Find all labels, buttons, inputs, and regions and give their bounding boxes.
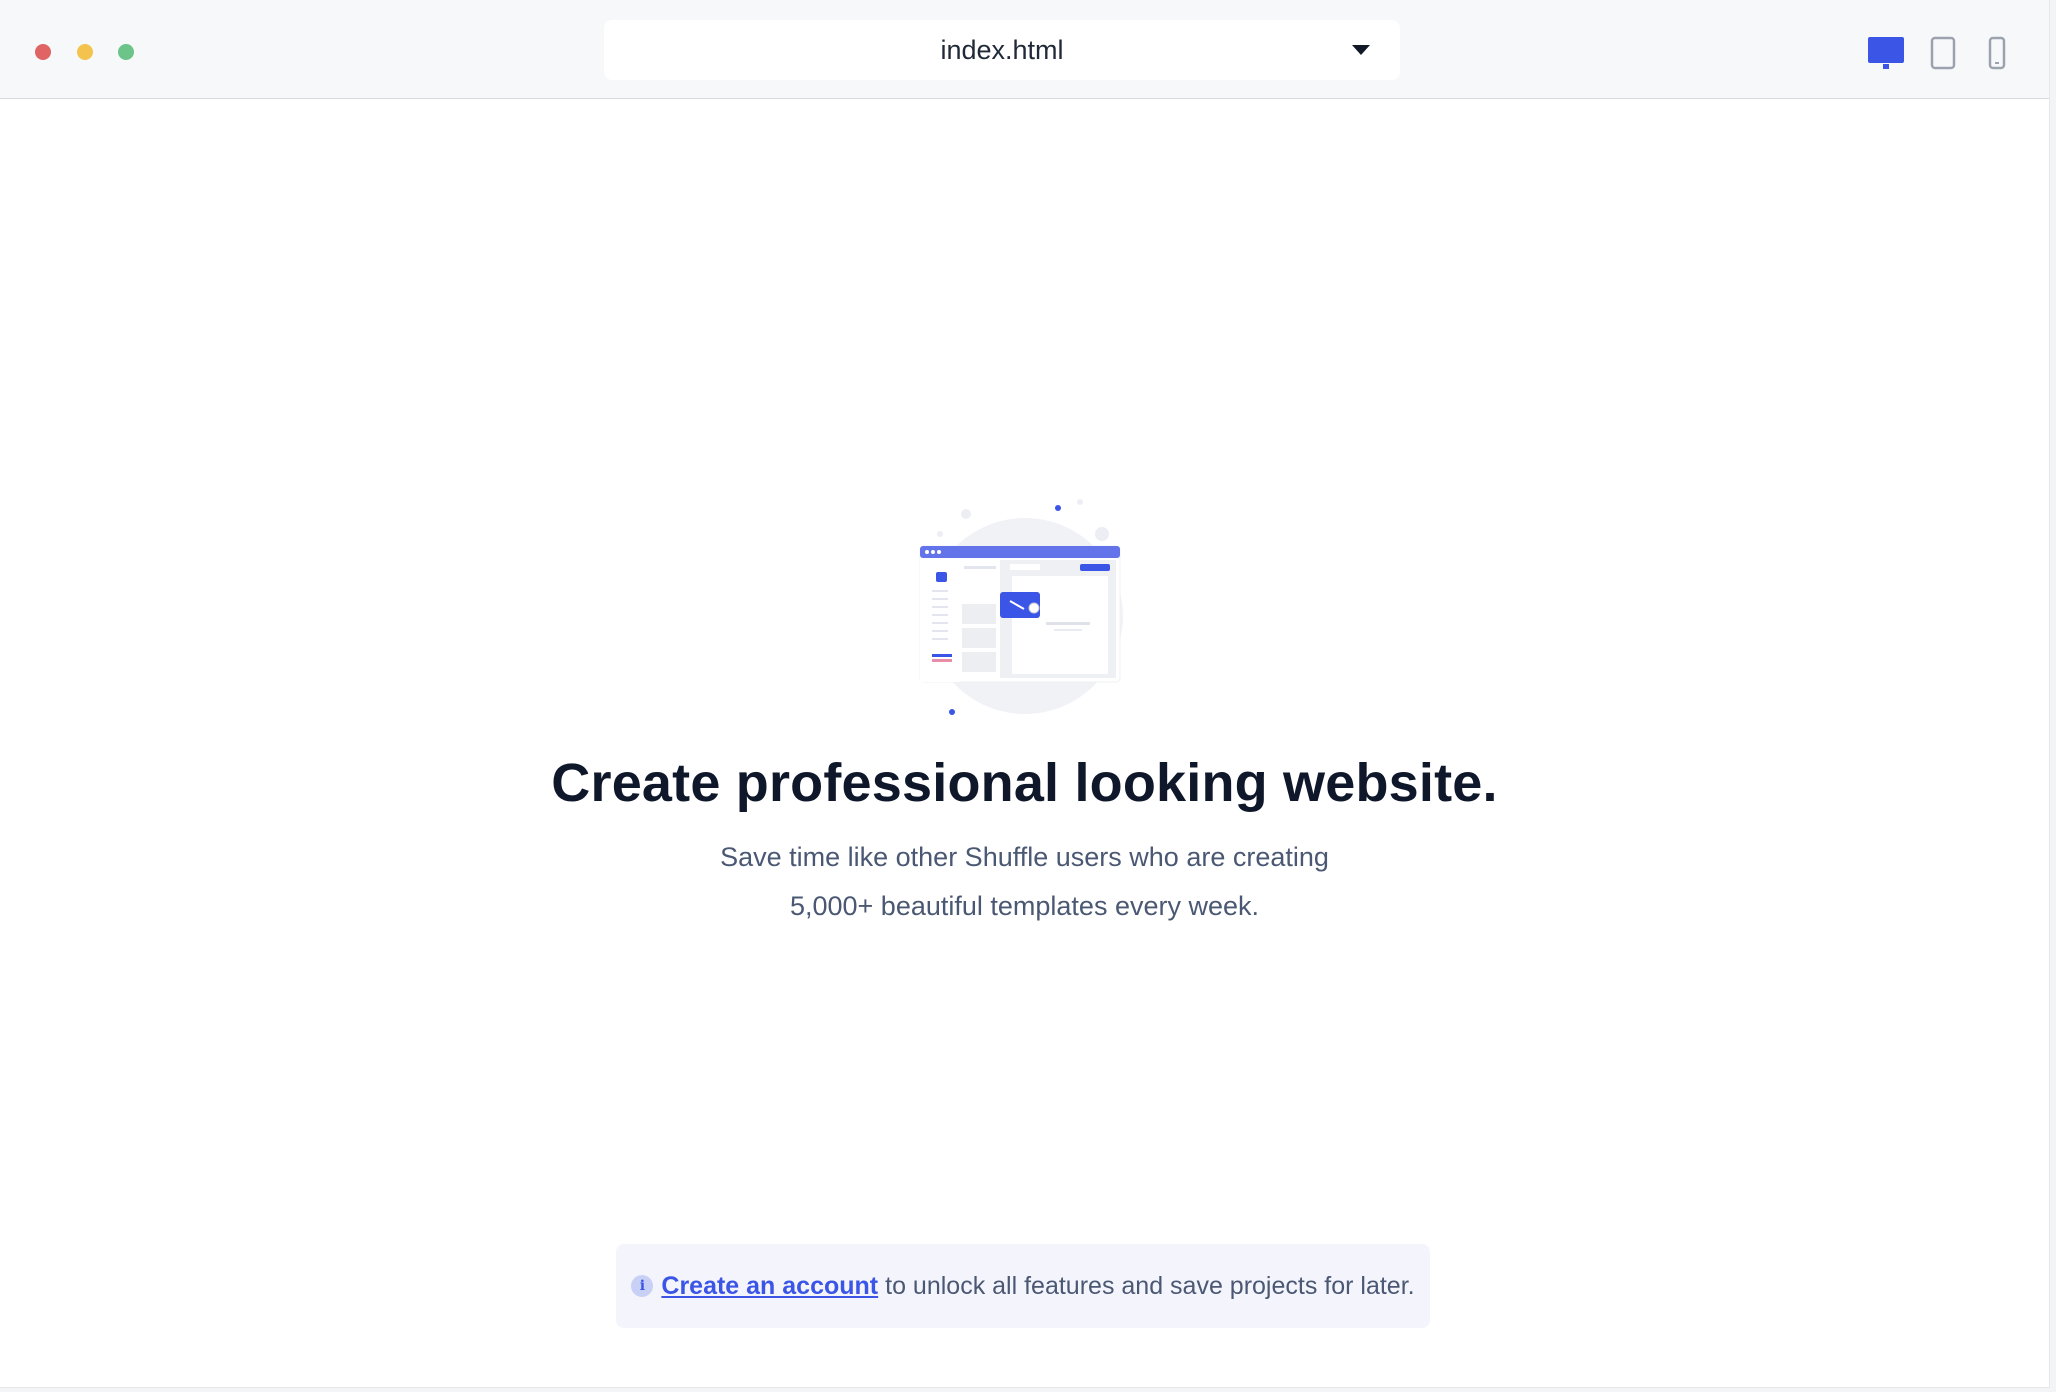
account-notice: i Create an account to unlock all featur… xyxy=(616,1244,1430,1328)
create-account-link[interactable]: Create an account xyxy=(661,1272,878,1301)
preview-window: index.html Create professional looking w… xyxy=(0,0,2050,1388)
top-toolbar: index.html xyxy=(0,0,2049,99)
mobile-icon[interactable] xyxy=(1988,36,2006,70)
maximize-dot[interactable] xyxy=(118,44,134,60)
tablet-icon[interactable] xyxy=(1930,36,1956,70)
chevron-down-icon xyxy=(1352,45,1370,55)
minimize-dot[interactable] xyxy=(77,44,93,60)
file-selector[interactable]: index.html xyxy=(604,20,1400,80)
info-icon: i xyxy=(631,1275,654,1297)
subtitle-line-2: 5,000+ beautiful templates every week. xyxy=(789,891,1260,921)
close-dot[interactable] xyxy=(35,44,51,60)
subtitle-line-1: Save time like other Shuffle users who a… xyxy=(720,842,1329,872)
desktop-icon[interactable] xyxy=(1867,36,1905,70)
notice-text: to unlock all features and save projects… xyxy=(885,1271,1415,1300)
page-title: Create professional looking website. xyxy=(551,753,1498,813)
hero-illustration xyxy=(919,499,1123,715)
file-name: index.html xyxy=(940,34,1064,65)
